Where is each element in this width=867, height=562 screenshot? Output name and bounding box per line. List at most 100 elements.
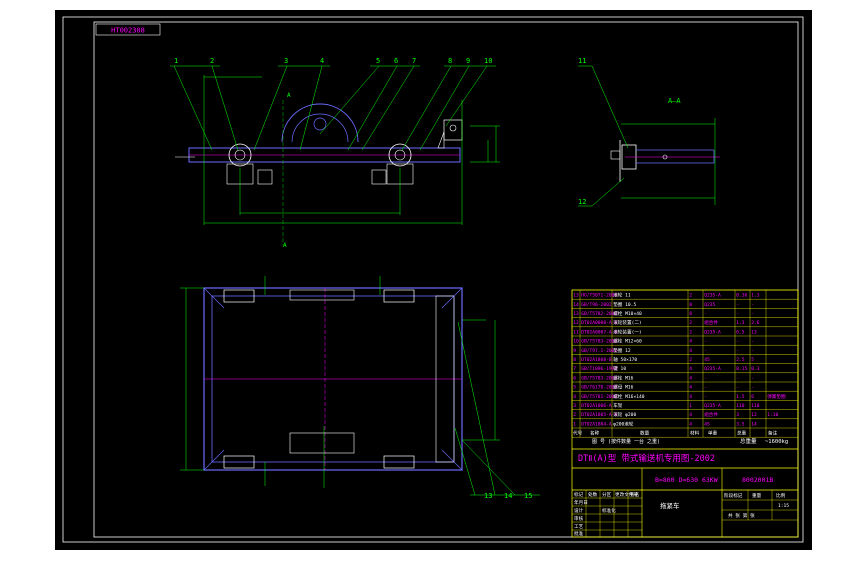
balloon-8: 8 [448,57,452,65]
section-label: A—A [668,97,681,105]
parts-cell: - [704,312,707,317]
parts-cell: 13 [573,293,579,299]
parts-cell: 2 [689,357,692,363]
parts-header-cell: 备注 [768,430,778,437]
parts-cell: 1:10 [767,412,778,418]
parts-header-cell: 总重 [737,430,747,437]
parts-cell: 110 [751,403,760,409]
sign-name: 签名 [630,491,639,498]
parts-cell: - [704,349,707,354]
sign-zone: 分区 [602,491,612,498]
parts-cell: 组合件 [704,411,718,418]
parts-header-cell: 数量 [640,430,650,437]
section-mark-top: A [287,92,291,99]
parts-cell: - [704,386,707,391]
parts-cell: DT02A1804-A [581,421,612,427]
balloon-11: 11 [578,57,586,65]
parts-cell: - [751,386,754,391]
parts-cell: - [704,340,707,345]
parts-cell: 螺栓 M16×140 [613,393,645,400]
stage-mark: 阶段标记 [724,492,743,499]
parts-cell: 10 [573,339,579,345]
balloon-5: 5 [376,57,380,65]
parts-cell: 1 [689,403,692,409]
parts-cell: - [751,312,754,317]
parts-cell: Q235-A [704,293,721,299]
parts-cell: 螺栓 M10×40 [613,310,642,317]
label-design: 设计 [574,507,584,514]
parts-cell: - [736,386,739,391]
parts-header-cell: 名称 [590,430,600,437]
parts-cell: 2 [689,329,692,335]
parts-cell: 键 10 [613,365,626,372]
parts-cell: 4 [689,385,692,391]
parts-header-cell: 单重 [708,430,718,437]
balloon-1: 1 [174,57,178,65]
spec-text: B=800 D=630 63KW [655,476,718,484]
parts-cell: - [751,340,754,345]
balloon-4: 4 [320,57,324,65]
parts-cell: 垫圈 12 [613,347,631,354]
parts-cell: 4 [689,339,692,345]
parts-header-cell: 材料 [690,430,700,437]
parts-cell: DT02A1805-A-B [581,412,617,418]
parts-cell: 滚轮 φ200 [613,411,636,418]
balloon-3: 3 [284,57,288,65]
balloon-9: 9 [466,57,470,65]
parts-cell: - [736,312,739,317]
parts-cell: GB/T96-2002 [581,302,612,308]
parts-cell: 2.5 [736,357,745,363]
parts-cell: 0.15 [736,366,747,372]
parts-cell: 9 [573,348,576,354]
balloon-12: 12 [578,198,586,206]
parts-cell: GB/T5781-2000 [581,394,617,400]
parts-cell: - [751,303,754,308]
parts-cell: 滚轮 11 [613,292,631,299]
parts-cell: 螺栓 M16 [613,374,633,381]
parts-cell: 12 [573,320,579,326]
parts-cell: Q235-A [704,403,721,409]
parts-cell: 45 [704,357,710,363]
label-review: 审核 [574,515,584,522]
parts-cell: - [736,340,739,345]
main-title: DTⅡ(A)型 带式输送机专用图-2002 [578,453,715,464]
parts-cell: 14 [573,302,579,308]
parts-cell: 轴 50×170 [613,356,637,363]
parts-cell: - [704,395,707,400]
parts-cell: 3 [573,403,576,409]
parts-cell: HG/T5071-2000 [581,293,617,299]
parts-cell: - [736,303,739,308]
label-standard: 标准化 [602,507,616,514]
parts-cell: 弹簧垫圈 [767,393,786,400]
parts-cell: 2 [689,293,692,299]
parts-cell: 0.36 [736,293,747,299]
parts-cell: 4 [573,394,576,400]
parts-header-cell: 代号 [573,430,583,437]
parts-cell: 螺栓 M12×60 [613,338,642,345]
parts-cell: 4 [689,394,692,400]
balloon-14: 14 [504,492,512,500]
parts-cell: 13 [573,311,579,317]
parts-cell: 11 [573,329,579,335]
parts-cell: 滚轮装置(一) [613,328,642,335]
parts-cell: 5 [751,357,754,363]
sign-mark: 标记 [574,491,584,498]
parts-cell: 45 [704,421,710,427]
parts-cell: Q235-A [704,329,721,335]
parts-cell: 组合件 [704,319,718,326]
parts-cell: 13 [751,329,757,335]
parts-cell: 4 [689,412,692,418]
code-tag: HT002308 [111,27,145,35]
parts-cell: 8 [573,357,576,363]
cad-drawing: HT002308 A A 1 2 3 4 5 6 7 8 9 10 A—A 11… [0,0,867,562]
drawing-background [55,10,812,550]
scale-value: 1:15 [778,503,789,509]
parts-cell: - [704,376,707,381]
parts-cell: Q235 [704,302,715,308]
balloon-13: 13 [484,492,492,500]
balloon-15: 15 [524,492,532,500]
parts-cell: - [751,349,754,354]
parts-cell: 8 [689,302,692,308]
label-approve: 批准 [574,530,584,537]
balloon-6: 6 [394,57,398,65]
